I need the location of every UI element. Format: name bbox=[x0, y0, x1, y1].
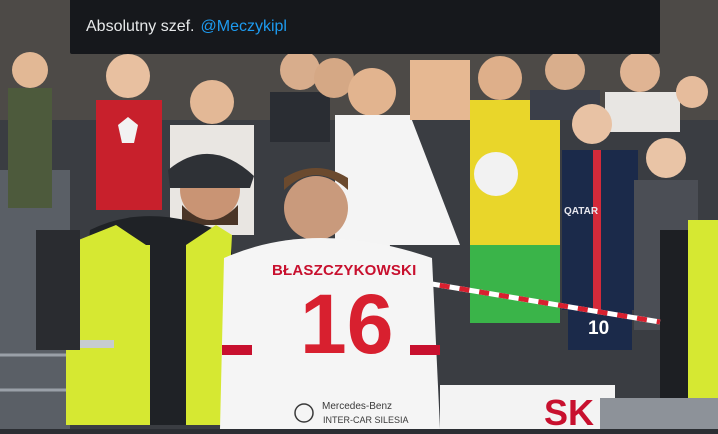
jersey-player-number: 16 bbox=[300, 277, 394, 371]
jersey-sponsor-line1: Mercedes-Benz bbox=[322, 401, 393, 412]
tweet-caption-bar: Absolutny szef. @Meczykipl bbox=[70, 0, 660, 54]
kid-left-1 bbox=[8, 52, 52, 208]
steward-right bbox=[660, 220, 718, 400]
kid-shorts-number: 10 bbox=[588, 318, 610, 339]
fan-shirtless bbox=[410, 60, 470, 120]
tweet-text: Absolutny szef. bbox=[86, 18, 195, 35]
tweet-mention-link[interactable]: @Meczykipl bbox=[201, 18, 287, 36]
banner-lettering: SK bbox=[544, 392, 595, 433]
kid-shirt-sponsor: QATAR bbox=[564, 206, 599, 217]
jersey-sponsor-line2: INTER-CAR SILESIA bbox=[323, 415, 409, 425]
